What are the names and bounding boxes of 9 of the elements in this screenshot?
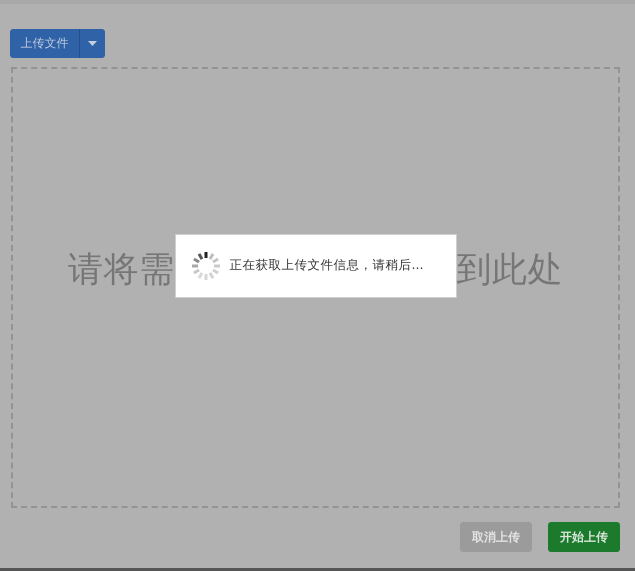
drop-zone[interactable]: 请将需 正在获取上传文件信息，请稍后... 到此处 [11, 67, 620, 508]
loading-message: 正在获取上传文件信息，请稍后... [230, 257, 424, 274]
spinner-icon [190, 250, 222, 282]
start-upload-button[interactable]: 开始上传 [548, 522, 620, 552]
upload-button[interactable]: 上传文件 [10, 29, 80, 58]
dropdown-button[interactable] [80, 29, 105, 58]
caret-icon [88, 41, 97, 46]
drop-hint: 请将需 [68, 248, 174, 292]
drop-hint: 到此处 [456, 248, 563, 292]
